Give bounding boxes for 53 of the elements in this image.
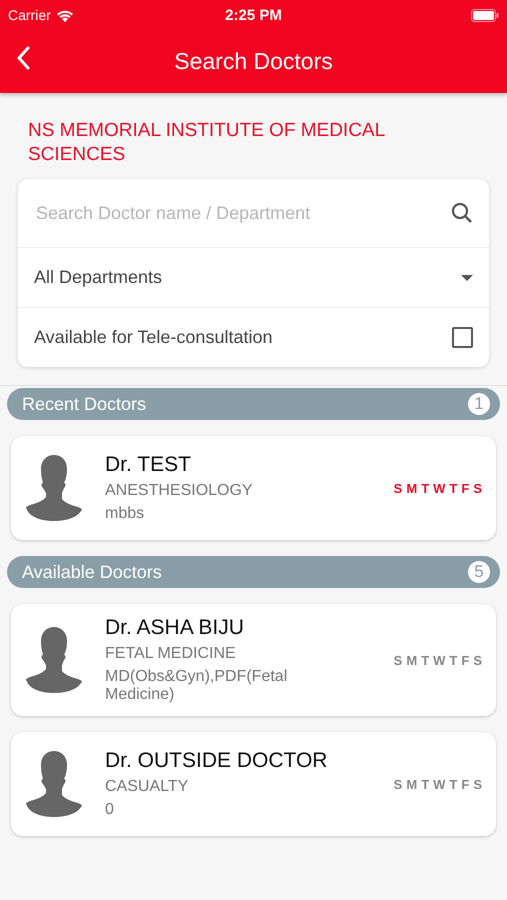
doctor-card[interactable]: Dr. ASHA BIJU FETAL MEDICINE MD(Obs&Gyn),PDF(Fetal Medicine) S M T W T F S bbox=[11, 604, 496, 716]
page-title: Search Doctors bbox=[174, 48, 333, 75]
teleconsultation-label: Available for Tele-consultation bbox=[34, 327, 272, 348]
doctor-department: ANESTHESIOLOGY bbox=[105, 482, 254, 500]
department-dropdown[interactable]: All Departments bbox=[18, 248, 489, 308]
search-icon[interactable] bbox=[451, 202, 473, 224]
weekday-label: W bbox=[433, 480, 446, 496]
weekday-label: T bbox=[421, 480, 430, 496]
weekday-label: F bbox=[461, 480, 470, 496]
section-title: Recent Doctors bbox=[22, 394, 146, 414]
teleconsultation-checkbox[interactable] bbox=[452, 327, 473, 348]
doctor-qualification: 0 bbox=[105, 801, 115, 819]
battery-icon bbox=[470, 8, 499, 22]
weekday-label: S bbox=[394, 652, 402, 668]
clock-time: 2:25 PM bbox=[225, 6, 282, 24]
dropdown-caret-icon bbox=[461, 274, 473, 280]
person-silhouette-icon bbox=[25, 627, 83, 693]
weekday-label: M bbox=[406, 652, 418, 668]
person-silhouette-icon bbox=[25, 455, 83, 521]
weekday-label: T bbox=[449, 652, 458, 668]
weekday-label: S bbox=[394, 776, 402, 792]
section-title: Available Doctors bbox=[22, 562, 162, 582]
weekday-label: T bbox=[449, 480, 458, 496]
weekday-label: T bbox=[449, 776, 458, 792]
doctor-department: FETAL MEDICINE bbox=[105, 645, 237, 663]
count-badge: 5 bbox=[468, 561, 490, 583]
weekday-label: F bbox=[461, 776, 470, 792]
weekday-label: S bbox=[473, 480, 482, 496]
hospital-name: NS MEMORIAL INSTITUTE OF MEDICAL SCIENCES bbox=[27, 119, 386, 167]
weekday-label: M bbox=[406, 776, 418, 792]
back-button[interactable] bbox=[16, 46, 30, 70]
weekday-label: T bbox=[421, 776, 430, 792]
doctor-department: CASUALTY bbox=[105, 778, 190, 796]
wifi-icon bbox=[56, 8, 74, 22]
doctor-name: Dr. OUTSIDE DOCTOR bbox=[105, 749, 328, 773]
person-silhouette-icon bbox=[25, 751, 83, 817]
doctor-card[interactable]: Dr. OUTSIDE DOCTOR CASUALTY 0 S M T W T F S bbox=[11, 732, 496, 836]
search-field[interactable]: Search Doctor name / Department bbox=[34, 202, 451, 224]
doctor-name: Dr. TEST bbox=[105, 453, 192, 477]
weekday-label: S bbox=[394, 480, 402, 496]
doctor-qualification: MD(Obs&Gyn),PDF(Fetal Medicine) bbox=[105, 668, 288, 704]
weekday-label: W bbox=[433, 652, 446, 668]
weekday-label: T bbox=[421, 652, 430, 668]
weekday-label: M bbox=[406, 480, 418, 496]
doctor-qualification: mbbs bbox=[105, 505, 146, 523]
weekday-label: S bbox=[473, 776, 482, 792]
weekday-label: S bbox=[473, 652, 482, 668]
doctor-name: Dr. ASHA BIJU bbox=[105, 616, 245, 640]
weekday-label: F bbox=[461, 652, 470, 668]
carrier-label: Carrier bbox=[8, 7, 51, 23]
doctor-card[interactable]: Dr. TEST ANESTHESIOLOGY mbbs S M T W T F S bbox=[11, 436, 496, 540]
weekday-label: W bbox=[433, 776, 446, 792]
count-badge: 1 bbox=[468, 393, 490, 415]
